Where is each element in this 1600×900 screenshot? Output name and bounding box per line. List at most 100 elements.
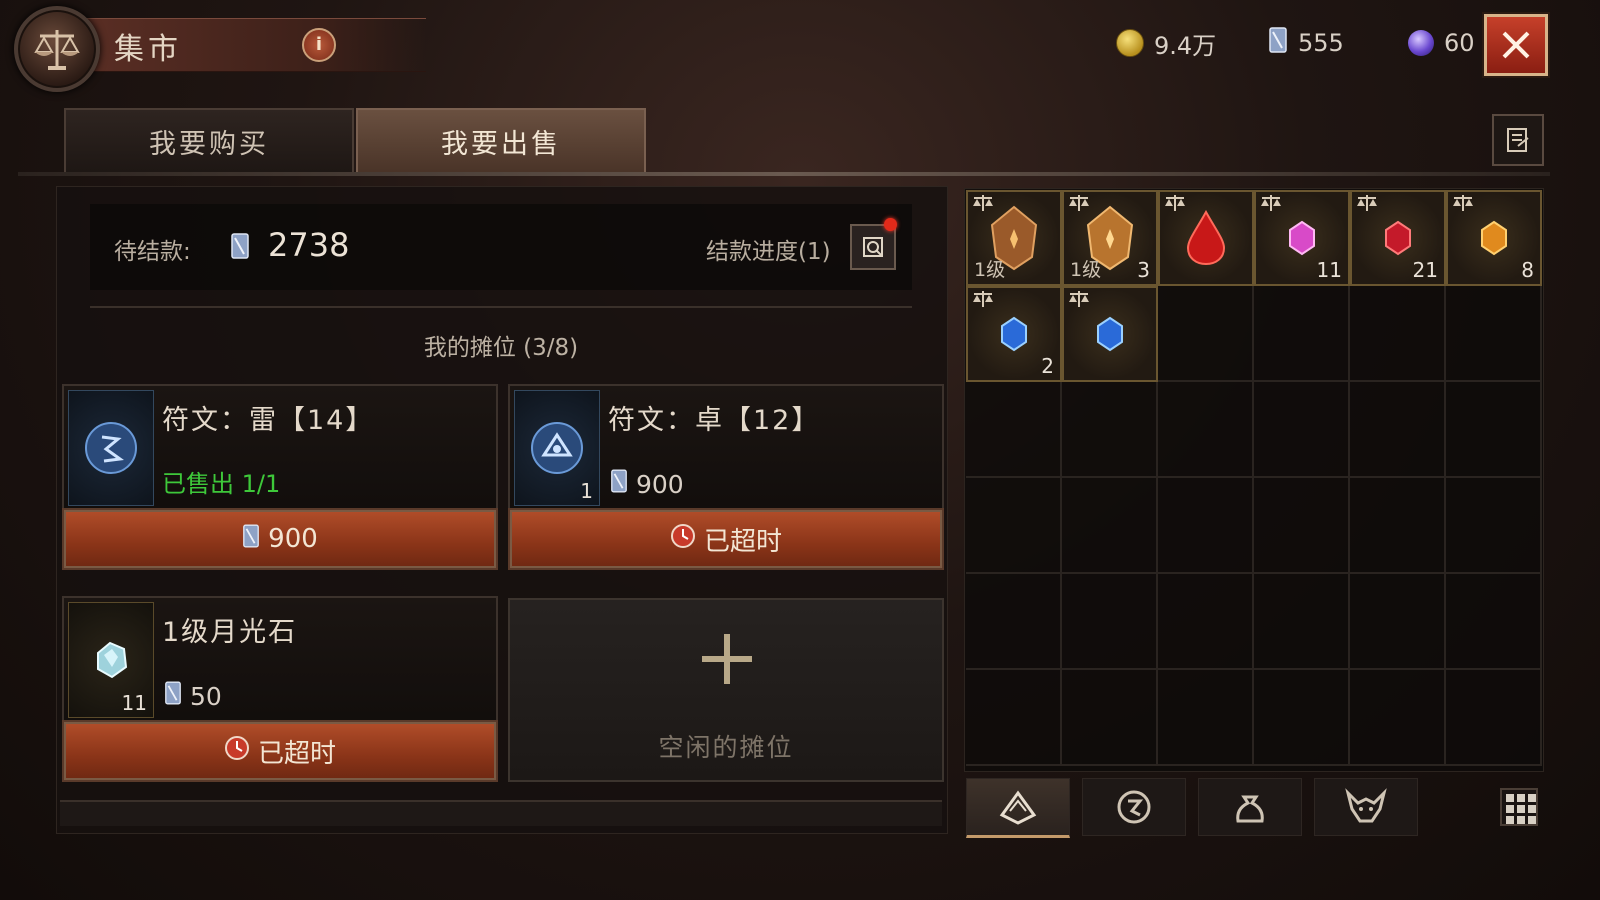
inventory-slot-empty[interactable] xyxy=(1062,382,1158,478)
inventory-slot-empty[interactable] xyxy=(1446,478,1542,574)
inventory-slot-empty[interactable] xyxy=(1254,574,1350,670)
inventory-slot-empty[interactable] xyxy=(1350,286,1446,382)
inventory-slot-empty[interactable] xyxy=(1158,382,1254,478)
grid-dot xyxy=(1517,816,1525,824)
inventory-slot-empty[interactable] xyxy=(966,574,1062,670)
grid-dot xyxy=(1506,794,1514,802)
inventory-slot[interactable]: 8 xyxy=(1446,190,1542,286)
info-button[interactable]: i xyxy=(302,28,336,62)
stall-body: 1 符文：卓【12】 900 xyxy=(508,384,944,510)
stall-sold-status: 已售出 1/1 xyxy=(162,470,281,498)
inventory-slot-empty[interactable] xyxy=(1254,478,1350,574)
inventory-slot-empty[interactable] xyxy=(1254,382,1350,478)
stall-item-slot[interactable]: 1 xyxy=(514,390,600,506)
inventory-slot-empty[interactable] xyxy=(1446,382,1542,478)
empty-stall[interactable]: 空闲的摊位 xyxy=(508,598,944,782)
inventory-slot-empty[interactable] xyxy=(1254,670,1350,766)
tab-bags[interactable] xyxy=(1198,778,1302,836)
stall-price: 900 xyxy=(610,468,684,500)
inventory-slot-empty[interactable] xyxy=(1062,574,1158,670)
scroll-icon xyxy=(863,237,883,257)
stall-row-strip xyxy=(60,800,942,826)
inventory-slot-empty[interactable] xyxy=(1350,382,1446,478)
item-count: 8 xyxy=(1521,258,1534,282)
item-count: 21 xyxy=(1412,258,1438,282)
stall-price-value: 50 xyxy=(190,681,222,711)
moonstone-icon xyxy=(97,641,128,679)
tab-demons[interactable] xyxy=(1314,778,1418,836)
tradeable-scale-icon xyxy=(1453,195,1473,211)
item-count: 2 xyxy=(1041,354,1054,378)
inventory-slot[interactable] xyxy=(1062,286,1158,382)
timeout-clock-icon xyxy=(224,735,250,768)
close-button[interactable] xyxy=(1484,14,1548,76)
inventory-slot-empty[interactable] xyxy=(1350,574,1446,670)
inventory-slot[interactable]: 21 xyxy=(1350,190,1446,286)
demon-category-icon xyxy=(1345,788,1387,823)
pending-amount: 2738 xyxy=(268,226,350,264)
notification-dot xyxy=(884,218,897,231)
inventory-slot-empty[interactable] xyxy=(1446,574,1542,670)
tab-sell[interactable]: 我要出售 xyxy=(356,108,646,174)
inventory-slot[interactable]: 1级 xyxy=(966,190,1062,286)
inventory-slot-empty[interactable] xyxy=(1062,670,1158,766)
timeout-button[interactable]: 已超时 xyxy=(508,508,944,570)
inventory-slot-empty[interactable] xyxy=(1446,670,1542,766)
timeout-label: 已超时 xyxy=(703,526,782,557)
stall-price-value: 900 xyxy=(636,469,684,499)
stall-1: 符文：雷【14】 已售出 1/1 900 xyxy=(62,384,498,570)
stall-item-slot[interactable]: 11 xyxy=(68,602,154,718)
inventory-slot-empty[interactable] xyxy=(1446,286,1542,382)
inventory-slot-empty[interactable] xyxy=(1350,478,1446,574)
payment-progress-label: 结款进度(1) xyxy=(706,239,831,265)
tradeable-scale-icon xyxy=(1069,291,1089,307)
rune-zhuo-icon xyxy=(531,422,583,474)
inventory-slot-empty[interactable] xyxy=(1254,286,1350,382)
blood-drop-icon xyxy=(1186,210,1226,266)
inventory-slot-empty[interactable] xyxy=(966,382,1062,478)
tab-buy[interactable]: 我要购买 xyxy=(64,108,354,174)
inventory-slot[interactable]: 1级 3 xyxy=(1062,190,1158,286)
stall-item-count: 11 xyxy=(121,691,147,715)
grid-dot xyxy=(1528,805,1536,813)
collect-amount: 900 xyxy=(268,524,318,554)
inventory-slot[interactable] xyxy=(1158,190,1254,286)
sort-grid-button[interactable] xyxy=(1500,788,1538,826)
tab-runes[interactable] xyxy=(1082,778,1186,836)
pending-label: 待结款: xyxy=(114,239,191,265)
grid-dot xyxy=(1528,794,1536,802)
orb-amount: 60 xyxy=(1444,29,1475,57)
item-count: 11 xyxy=(1316,258,1342,282)
stall-item-slot[interactable] xyxy=(68,390,154,506)
stall-item-name: 符文：卓【12】 xyxy=(608,405,821,436)
platinum-crystal-icon xyxy=(242,523,260,556)
item-level: 1级 xyxy=(974,259,1006,281)
inventory-slot-empty[interactable] xyxy=(1158,574,1254,670)
inventory-slot-empty[interactable] xyxy=(1350,670,1446,766)
topaz-gem-icon xyxy=(1481,220,1507,256)
stalls-title: 我的摊位 (3/8) xyxy=(423,335,579,361)
collect-button[interactable]: 900 xyxy=(62,508,498,570)
inventory-slot-empty[interactable] xyxy=(1158,670,1254,766)
timeout-button[interactable]: 已超时 xyxy=(62,720,498,782)
inventory-slot-empty[interactable] xyxy=(966,670,1062,766)
empty-stall-label: 空闲的摊位 xyxy=(658,733,794,762)
divider xyxy=(90,306,912,308)
inventory-slot-empty[interactable] xyxy=(1158,478,1254,574)
pink-gem-icon xyxy=(1289,220,1315,256)
inventory-slot-empty[interactable] xyxy=(966,478,1062,574)
stall-item-name: 符文：雷【14】 xyxy=(162,405,375,436)
ledger-button[interactable] xyxy=(1492,114,1544,166)
stall-body: 11 1级月光石 50 xyxy=(62,596,498,722)
bag-category-icon xyxy=(1236,795,1264,823)
grid-dot xyxy=(1517,805,1525,813)
inventory-slot[interactable]: 2 xyxy=(966,286,1062,382)
inventory-slot-empty[interactable] xyxy=(1158,286,1254,382)
tradeable-scale-icon xyxy=(1357,195,1377,211)
grid-dot xyxy=(1528,816,1536,824)
inventory-slot[interactable]: 11 xyxy=(1254,190,1350,286)
tab-gems[interactable] xyxy=(966,778,1070,838)
gem-category-icon xyxy=(999,790,1037,825)
stall-3: 11 1级月光石 50 已超时 xyxy=(62,596,498,782)
inventory-slot-empty[interactable] xyxy=(1062,478,1158,574)
